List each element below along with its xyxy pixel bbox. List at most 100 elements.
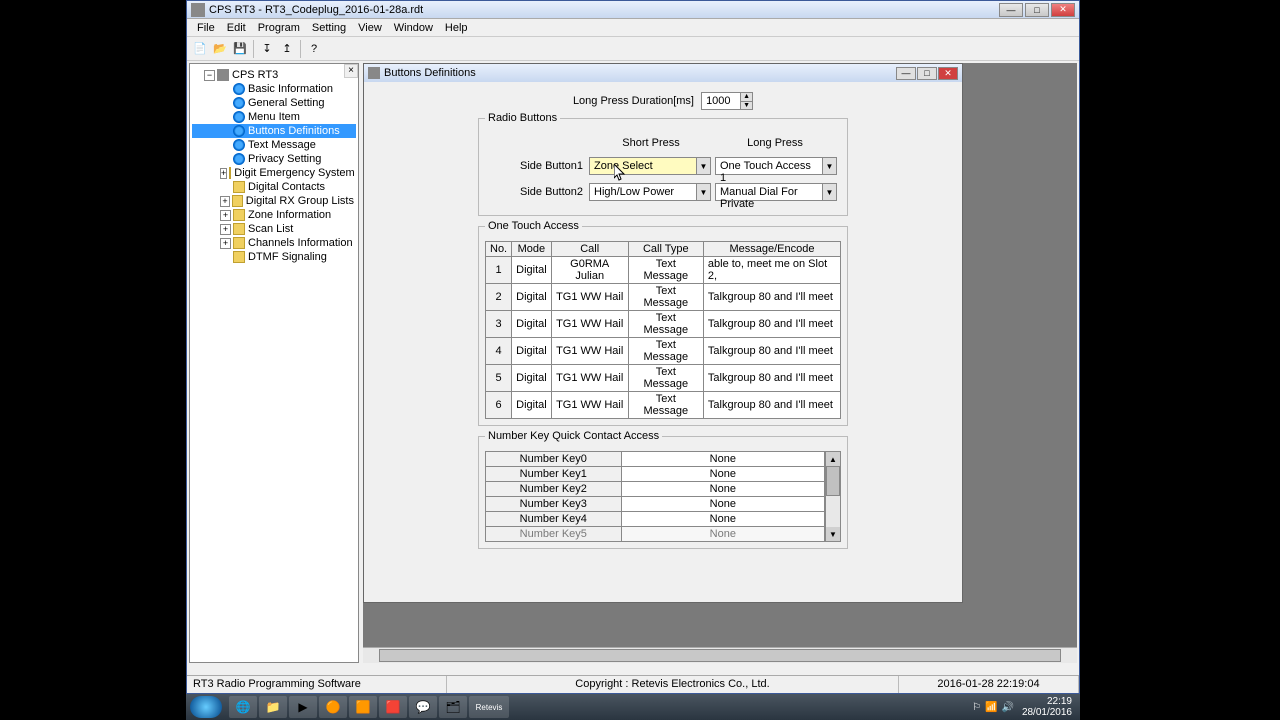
radio-icon [233,111,245,123]
tree-item-general-setting[interactable]: General Setting [192,96,356,110]
long-press-header: Long Press [713,137,837,149]
folder-icon [229,167,231,179]
expand-icon[interactable]: + [220,238,231,249]
child-maximize-button[interactable]: □ [917,67,937,80]
nk-row[interactable]: Number Key1None [486,467,825,482]
menu-help[interactable]: Help [439,22,474,34]
ota-row[interactable]: 3DigitalTG1 WW HailText MessageTalkgroup… [486,311,841,338]
start-button[interactable] [190,696,222,718]
taskbar-app-8[interactable]: Retevis [469,696,509,718]
ota-row[interactable]: 4DigitalTG1 WW HailText MessageTalkgroup… [486,338,841,365]
menu-window[interactable]: Window [388,22,439,34]
taskbar-app-3[interactable]: 🟠 [319,696,347,718]
scroll-up-button[interactable]: ▲ [826,452,840,466]
tree-item-scan-list[interactable]: +Scan List [192,222,356,236]
tray-volume-icon[interactable]: 🔊 [1001,702,1013,713]
chevron-down-icon[interactable]: ▼ [696,158,710,174]
scroll-down-button[interactable]: ▼ [826,527,840,541]
save-button[interactable]: 💾 [231,40,249,58]
chevron-down-icon[interactable]: ▼ [696,184,710,200]
child-titlebar[interactable]: Buttons Definitions — □ ✕ [364,64,962,82]
side-button-1-long-combo[interactable]: One Touch Access 1▼ [715,157,837,175]
chevron-down-icon[interactable]: ▼ [822,184,836,200]
child-window-icon [368,67,380,79]
write-button[interactable]: ↥ [278,40,296,58]
buttons-definitions-window: Buttons Definitions — □ ✕ Long Press Dur… [363,63,963,603]
taskbar-app-0[interactable]: 🌐 [229,696,257,718]
taskbar-app-4[interactable]: 🟧 [349,696,377,718]
nk-row[interactable]: Number Key4None [486,512,825,527]
ota-row[interactable]: 5DigitalTG1 WW HailText MessageTalkgroup… [486,365,841,392]
nk-scrollbar[interactable]: ▲ ▼ [825,451,841,542]
child-close-button[interactable]: ✕ [938,67,958,80]
tree-panel: × − CPS RT3 Basic InformationGeneral Set… [189,63,359,663]
nk-row[interactable]: Number Key0None [486,452,825,467]
help-button[interactable]: ? [305,40,323,58]
long-press-duration-input[interactable]: 1000 ▲ ▼ [701,92,753,110]
tree-item-digital-contacts[interactable]: Digital Contacts [192,180,356,194]
menu-file[interactable]: File [191,22,221,34]
side-button-2-label: Side Button2 [489,186,585,198]
tree-item-zone-information[interactable]: + Zone Information [192,208,356,222]
spin-down-button[interactable]: ▼ [740,102,752,110]
scroll-thumb[interactable] [826,466,840,496]
tray-clock[interactable]: 22:19 28/01/2016 [1018,696,1076,718]
minimize-button[interactable]: — [999,3,1023,17]
side-button-2-long-combo[interactable]: Manual Dial For Private▼ [715,183,837,201]
ota-row[interactable]: 6DigitalTG1 WW HailText MessageTalkgroup… [486,392,841,419]
menu-view[interactable]: View [352,22,388,34]
nk-row[interactable]: Number Key5None [486,527,825,542]
ota-row[interactable]: 1DigitalG0RMA JulianText Messageable to,… [486,257,841,284]
nk-row[interactable]: Number Key2None [486,482,825,497]
child-minimize-button[interactable]: — [896,67,916,80]
tree-item-menu-item[interactable]: Menu Item [192,110,356,124]
open-button[interactable]: 📂 [211,40,229,58]
mdi-horizontal-scrollbar[interactable] [363,647,1077,663]
menu-edit[interactable]: Edit [221,22,252,34]
one-touch-access-group: One Touch Access No.ModeCallCall TypeMes… [478,226,848,426]
menu-setting[interactable]: Setting [306,22,352,34]
tree-item-digit-emergency-system[interactable]: +Digit Emergency System [192,166,356,180]
new-button[interactable]: 📄 [191,40,209,58]
expand-icon[interactable]: + [220,224,231,235]
tray-network-icon[interactable]: 📶 [985,702,997,713]
maximize-button[interactable]: □ [1025,3,1049,17]
taskbar-app-6[interactable]: 💬 [409,696,437,718]
spin-up-button[interactable]: ▲ [740,93,752,102]
expand-icon[interactable]: + [220,196,230,207]
ota-header: Call Type [628,242,703,257]
taskbar-app-1[interactable]: 📁 [259,696,287,718]
tree-item-privacy-setting[interactable]: Privacy Setting [192,152,356,166]
tray-flag-icon[interactable]: ⚐ [972,702,981,713]
read-button[interactable]: ↧ [258,40,276,58]
taskbar-app-5[interactable]: 🟥 [379,696,407,718]
close-button[interactable]: ✕ [1051,3,1075,17]
expand-icon[interactable]: + [220,210,231,221]
titlebar[interactable]: CPS RT3 - RT3_Codeplug_2016-01-28a.rdt —… [187,1,1079,19]
nk-row[interactable]: Number Key3None [486,497,825,512]
taskbar-app-7[interactable]: 🗂 [439,696,467,718]
tree-item-label: Zone Information [248,209,331,221]
radio-icon [233,97,245,109]
ota-table[interactable]: No.ModeCallCall TypeMessage/Encode 1Digi… [485,241,841,419]
taskbar-app-2[interactable]: ▶ [289,696,317,718]
tree-close-button[interactable]: × [344,64,358,78]
tree-item-digital-rx-group-lists[interactable]: +Digital RX Group Lists [192,194,356,208]
collapse-icon[interactable]: − [204,70,215,81]
menu-program[interactable]: Program [252,22,306,34]
tree-root[interactable]: − CPS RT3 [192,68,356,82]
tree-item-buttons-definitions[interactable]: Buttons Definitions [192,124,356,138]
tree-item-basic-information[interactable]: Basic Information [192,82,356,96]
tree-item-channels-information[interactable]: +Channels Information [192,236,356,250]
side-button-2-short-combo[interactable]: High/Low Power▼ [589,183,711,201]
tree-item-dtmf-signaling[interactable]: DTMF Signaling [192,250,356,264]
tree-item-label: Digital Contacts [248,181,325,193]
side-button-1-short-combo[interactable]: Zone Select▼ [589,157,711,175]
system-tray[interactable]: ⚐ 📶 🔊 22:19 28/01/2016 [972,696,1076,718]
ota-row[interactable]: 2DigitalTG1 WW HailText MessageTalkgroup… [486,284,841,311]
tree-item-text-message[interactable]: Text Message [192,138,356,152]
chevron-down-icon[interactable]: ▼ [822,158,836,174]
toolbar: 📄 📂 💾 ↧ ↥ ? [187,37,1079,61]
number-key-table[interactable]: Number Key0NoneNumber Key1NoneNumber Key… [485,451,825,542]
expand-icon[interactable]: + [220,168,227,179]
